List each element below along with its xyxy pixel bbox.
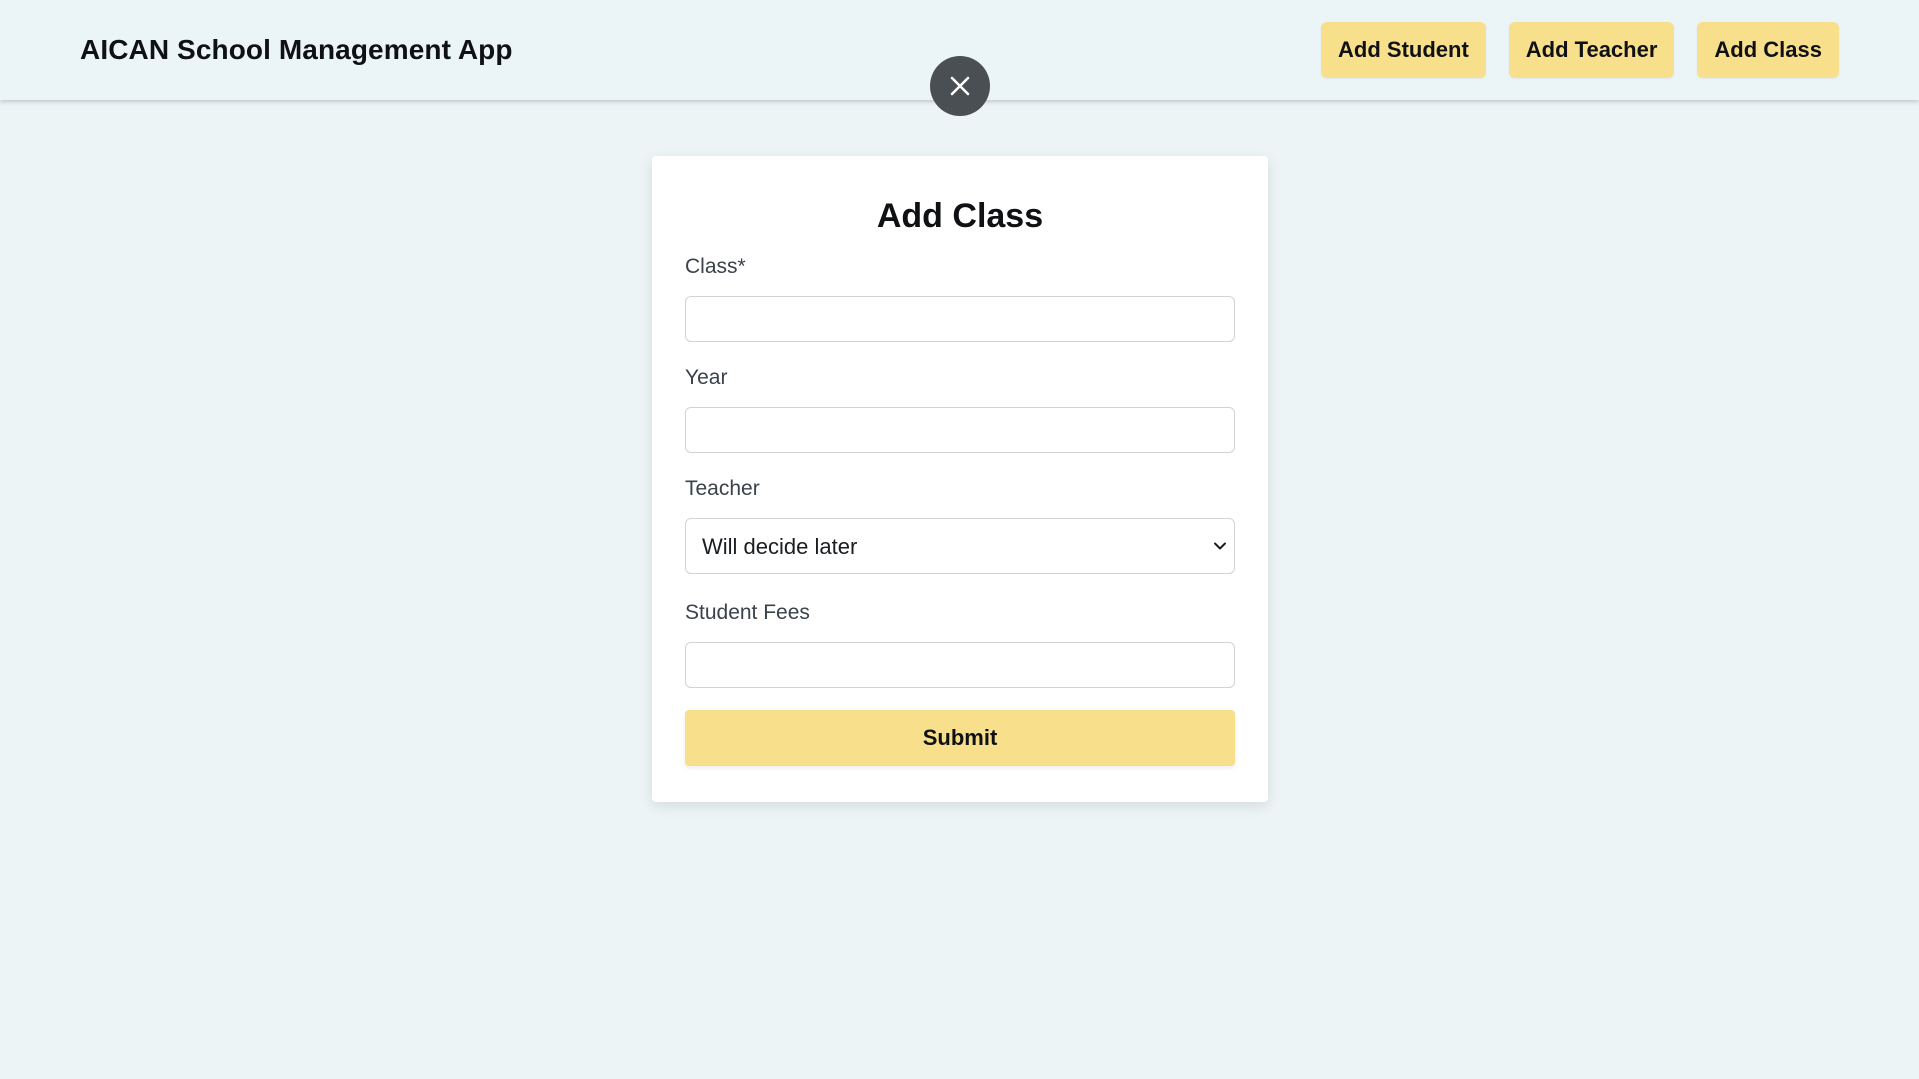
class-label: Class*	[685, 255, 746, 278]
close-modal-button[interactable]	[930, 56, 990, 116]
class-input[interactable]	[685, 296, 1235, 342]
teacher-select-wrapper: Will decide later	[685, 518, 1235, 574]
student-fees-label: Student Fees	[685, 601, 810, 624]
form-title: Add Class	[876, 197, 1044, 235]
add-teacher-button[interactable]: Add Teacher	[1508, 22, 1675, 78]
add-class-button[interactable]: Add Class	[1697, 22, 1839, 78]
submit-button[interactable]: Submit	[685, 710, 1235, 766]
year-input[interactable]	[685, 407, 1235, 453]
add-student-button[interactable]: Add Student	[1321, 22, 1486, 78]
nav-buttons: Add Student Add Teacher Add Class	[1321, 22, 1839, 78]
app-title: AICAN School Management App	[80, 34, 513, 65]
teacher-label: Teacher	[685, 477, 760, 500]
year-label: Year	[685, 366, 728, 389]
close-icon	[950, 76, 970, 96]
add-class-form: Add Class Class* Year Teacher Will decid…	[652, 156, 1268, 802]
student-fees-input[interactable]	[685, 642, 1235, 688]
teacher-select[interactable]: Will decide later	[685, 518, 1235, 574]
